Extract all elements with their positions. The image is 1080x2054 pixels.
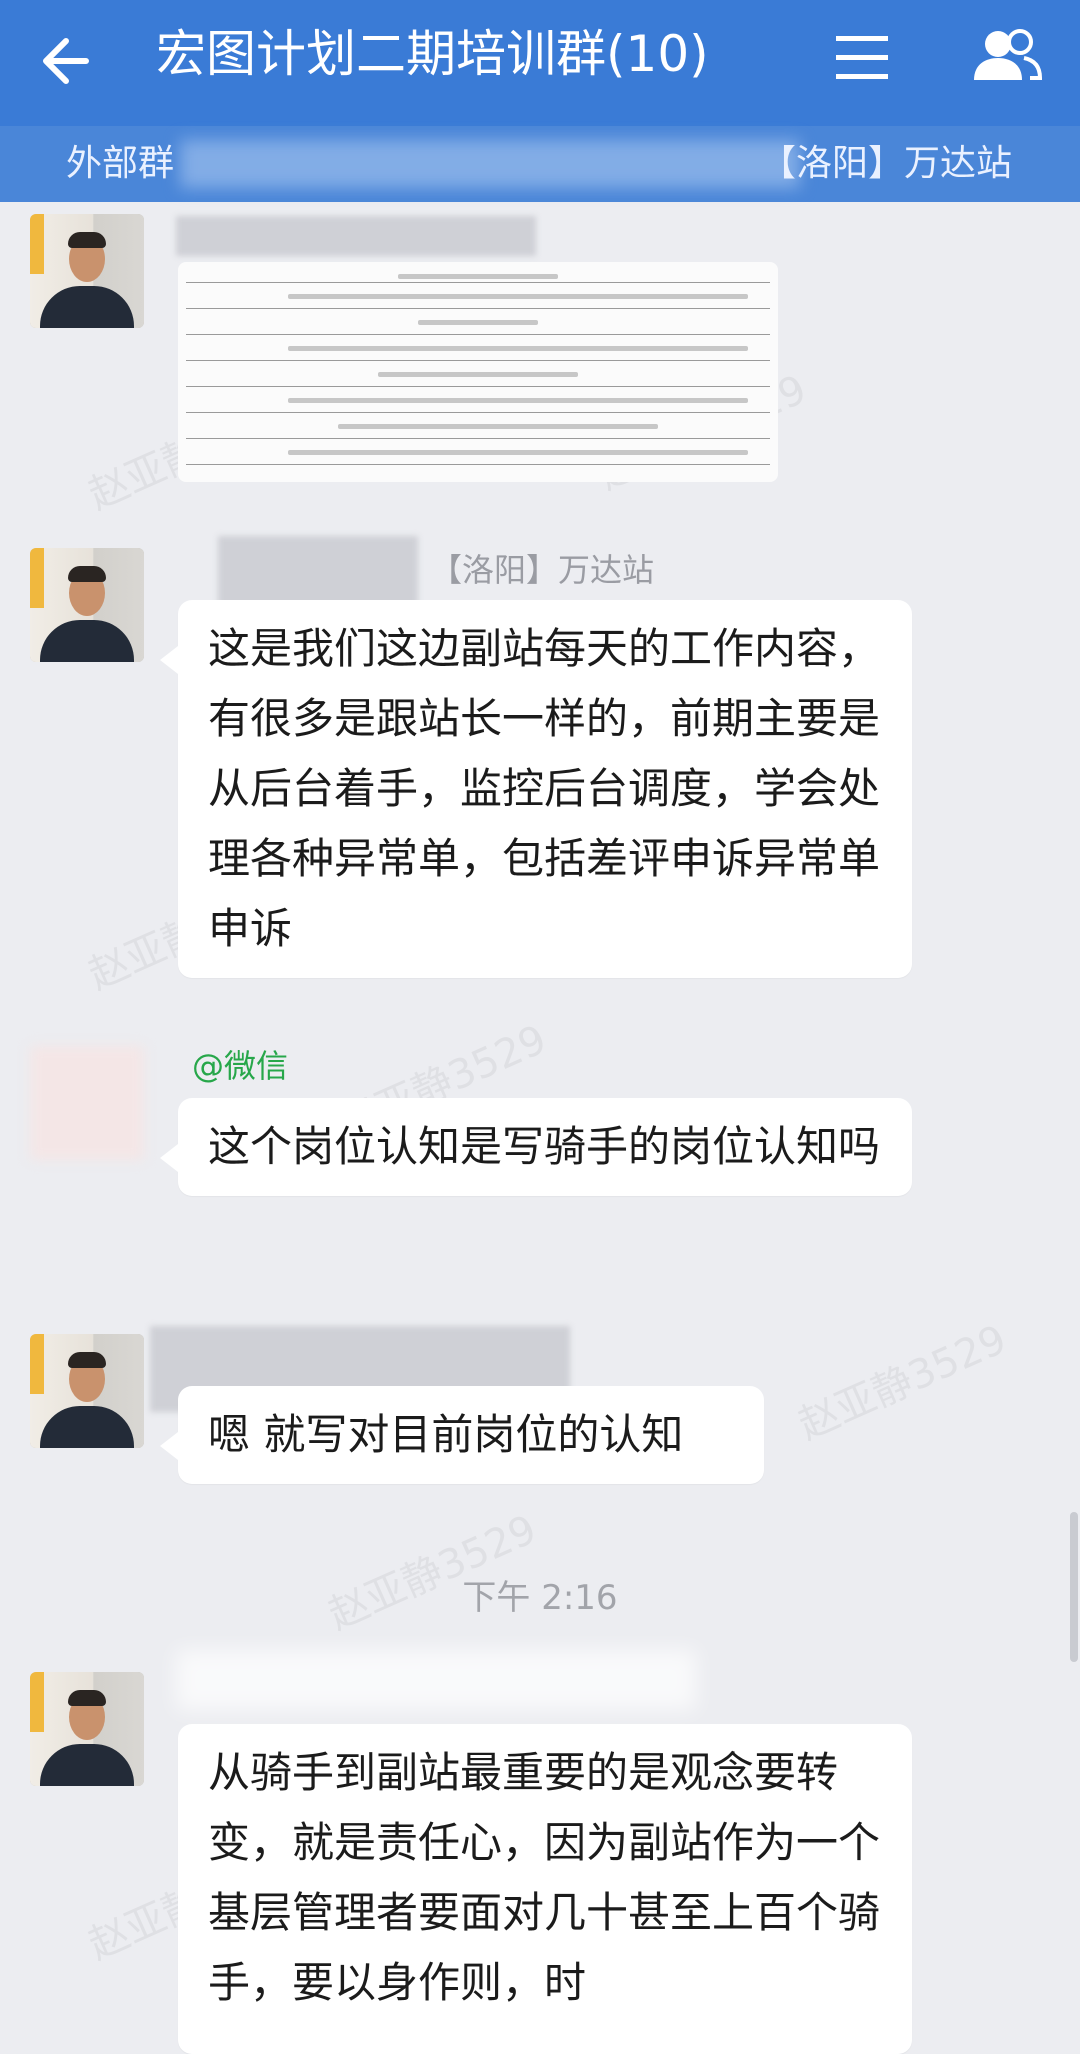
hamburger-menu-icon (836, 36, 888, 79)
group-members-icon (974, 29, 1043, 80)
message-bubble[interactable]: 嗯 就写对目前岗位的认知 (160, 1386, 764, 1484)
sender-avatar[interactable] (30, 1046, 144, 1160)
arrow-left-icon (43, 38, 89, 84)
message-bubble[interactable]: 这是我们这边副站每天的工作内容，有很多是跟站长一样的，前期主要是从后台着手，监控… (160, 600, 912, 978)
redacted-sender-name (176, 216, 536, 256)
external-group-banner: 外部群 【洛阳】万达站 (0, 126, 1080, 202)
menu-button[interactable] (834, 30, 890, 86)
sender-avatar[interactable] (30, 214, 144, 328)
timestamp-divider: 下午 2:16 (462, 1578, 618, 1618)
group-members-button[interactable] (968, 24, 1044, 88)
sender-avatar[interactable] (30, 1672, 144, 1786)
watermark: 赵亚静3529 (321, 1506, 544, 1639)
watermark: 赵亚静3529 (791, 1316, 1014, 1449)
chat-header: 宏图计划二期培训群(10) (0, 0, 1080, 126)
chat-title: 宏图计划二期培训群(10) (156, 25, 709, 83)
sender-avatar[interactable] (30, 1334, 144, 1448)
message-bubble[interactable]: 从骑手到副站最重要的是观念要转变，就是责任心，因为副站作为一个基层管理者要面对几… (178, 1724, 912, 2054)
scrollbar[interactable] (1070, 1512, 1078, 1662)
sender-avatar[interactable] (30, 548, 144, 662)
sender-name: @微信 (192, 1047, 289, 1085)
shared-document-image[interactable] (178, 262, 778, 482)
redacted-sender-name (218, 536, 418, 606)
back-button[interactable] (34, 26, 104, 96)
external-group-label: 外部群 (66, 143, 175, 184)
redacted-sender-name (176, 1650, 696, 1710)
message-bubble[interactable]: 这个岗位认知是写骑手的岗位认知吗 (160, 1098, 912, 1196)
sender-name: 【洛阳】万达站 (430, 551, 655, 589)
redacted-region (180, 140, 800, 188)
station-label: 【洛阳】万达站 (759, 143, 1012, 184)
